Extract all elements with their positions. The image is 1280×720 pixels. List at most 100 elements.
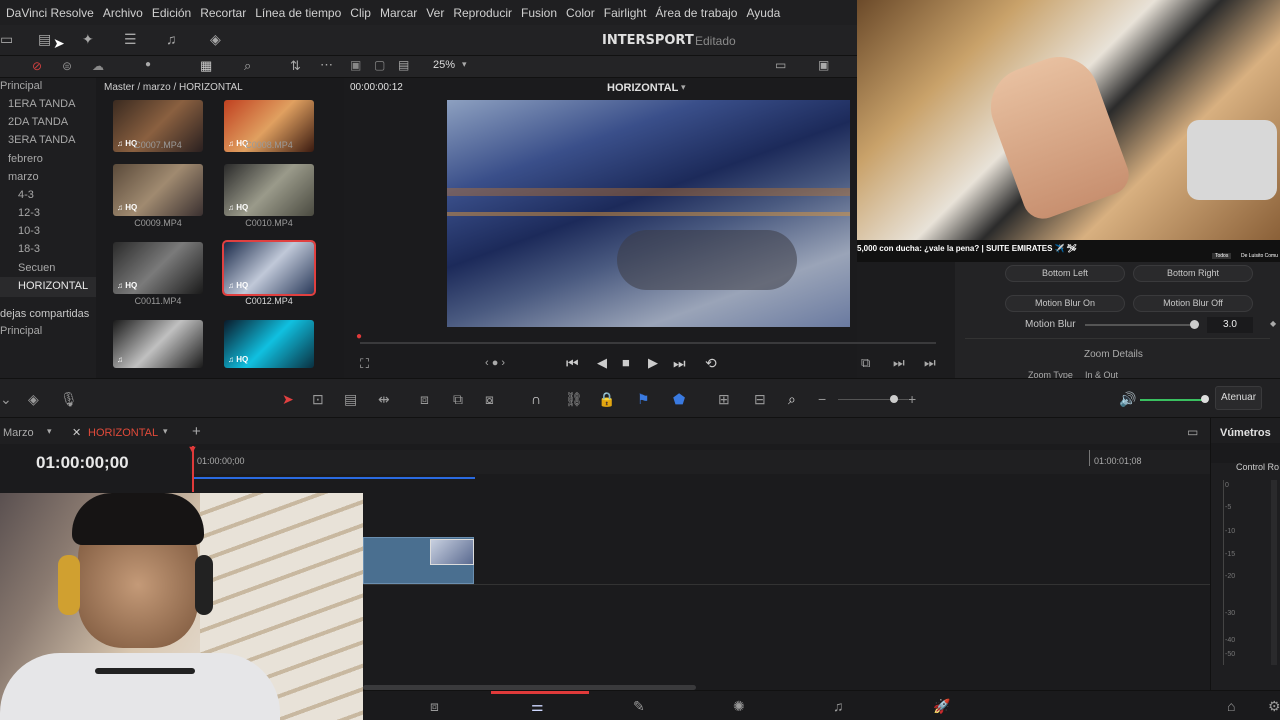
menu-linea-tiempo[interactable]: Línea de tiempo [255,6,341,20]
timeline-ruler[interactable] [190,450,1210,474]
record-icon[interactable]: ⊘ [32,59,42,73]
trim-tool-icon[interactable]: ⊡ [312,391,324,408]
match-frame-icon[interactable]: ⧉ [861,355,870,371]
menu-fairlight[interactable]: Fairlight [604,6,647,20]
bin-2da-tanda[interactable]: 2DA TANDA [8,116,68,128]
insert-clip-icon[interactable]: ⧈ [420,391,429,408]
speaker-icon[interactable]: 🔊 [1119,391,1136,408]
marker-icon[interactable]: ⬟ [673,391,685,408]
menu-archivo[interactable]: Archivo [103,6,143,20]
bin-febrero[interactable]: febrero [8,153,43,165]
zoom-full-icon[interactable]: ⊞ [718,391,730,408]
menu-fusion[interactable]: Fusion [521,6,557,20]
settings-icon[interactable]: ⚙ [1268,698,1280,715]
volume-slider[interactable] [1140,399,1206,401]
viewer-mode2-icon[interactable]: ▢ [374,58,385,72]
menu-davinci[interactable]: DaVinci Resolve [6,6,94,20]
bottom-right-button[interactable]: Bottom Right [1133,265,1253,282]
selection-tool-icon[interactable]: ➤ [282,391,294,408]
clip-thumbnail[interactable]: ♫ HQ [224,164,314,216]
sort-icon[interactable]: ⇅ [290,58,301,74]
scrubber-bar[interactable] [360,342,936,344]
bin-secuen[interactable]: Secuen [18,262,55,274]
bin-principal[interactable]: Principal [0,80,42,92]
replace-clip-icon[interactable]: ⧇ [485,391,494,408]
bin-10-3[interactable]: 10-3 [18,225,40,237]
volume-handle[interactable] [1201,395,1209,403]
transform-icon[interactable]: ⛶ [360,356,369,372]
lock-icon[interactable]: 🔒 [598,391,615,408]
dynamic-trim-icon[interactable]: ▤ [344,391,357,408]
tab-horizontal[interactable]: HORIZONTAL [88,427,158,439]
more-options-icon[interactable]: ⋯ [320,57,333,73]
motion-blur-slider[interactable] [1085,324,1197,326]
timeline-timecode[interactable]: 01:00:00;00 [36,453,129,473]
clip-thumbnail-selected[interactable]: ♫ HQ [222,240,316,296]
filter-icon[interactable]: ⊜ [62,59,72,73]
safe-area-icon[interactable]: ▭ [775,58,786,72]
motion-blur-off-button[interactable]: Motion Blur Off [1133,295,1253,312]
chevron-down-icon[interactable]: ⌄ [0,391,12,408]
zoom-type-select[interactable]: In & Out [1085,370,1118,378]
chevron-down-icon[interactable]: ▾ [163,426,168,437]
bin-4-3[interactable]: 4-3 [18,189,34,201]
menu-clip[interactable]: Clip [350,6,371,20]
fusion-page-icon[interactable]: ✎ [633,698,645,715]
chevron-down-icon[interactable]: ▾ [681,82,686,93]
bin-1era-tanda[interactable]: 1ERA TANDA [8,98,75,110]
go-to-end-icon[interactable]: ⏭ [673,355,686,372]
menu-marcar[interactable]: Marcar [380,6,417,20]
menu-recortar[interactable]: Recortar [200,6,246,20]
motion-blur-value[interactable]: 3.0 [1207,317,1253,333]
zoom-custom-icon[interactable]: ⌕ [788,391,796,408]
panel-icon[interactable]: ▭ [0,31,13,48]
clip-thumbnail[interactable]: ♫ [113,320,203,368]
bin-18-3[interactable]: 18-3 [18,243,40,255]
edit-index-icon[interactable]: ☰ [124,31,137,48]
zoom-slider-handle[interactable] [890,395,898,403]
bin-horizontal[interactable]: HORIZONTAL [18,280,88,292]
keyframe-diamond-icon[interactable]: ◆ [1270,319,1276,328]
bin-3era-tanda[interactable]: 3ERA TANDA [8,134,75,146]
thumb-size-slider[interactable]: ● [145,59,151,70]
chevron-down-icon[interactable]: ▾ [462,59,467,70]
viewer-layout-icon[interactable]: ▤ [398,58,409,72]
filter-chip[interactable]: Todos [1212,253,1232,259]
bin-12-3[interactable]: 12-3 [18,207,40,219]
add-timeline-icon[interactable]: + [192,423,201,440]
menu-ver[interactable]: Ver [426,6,444,20]
microphone-icon[interactable]: 🎙 [60,391,78,408]
timeline-folder[interactable]: Marzo [3,427,34,439]
loop-icon[interactable]: ⟲ [705,355,717,372]
home-icon[interactable]: ⌂ [1227,698,1235,714]
menu-edicion[interactable]: Edición [152,6,191,20]
menu-color[interactable]: Color [566,6,595,20]
grid-view-icon[interactable]: ▦ [200,58,212,74]
bottom-left-button[interactable]: Bottom Left [1005,265,1125,282]
keyframe-icon[interactable]: ◈ [210,31,221,48]
effects-icon[interactable]: ✦ [82,31,94,48]
menu-ayuda[interactable]: Ayuda [746,6,780,20]
zoom-out-icon[interactable]: − [818,391,826,407]
chevron-down-icon[interactable]: ▾ [47,426,52,437]
next-edit-icon[interactable]: ⏭ [893,355,905,371]
cut-page-icon[interactable]: ⧈ [430,698,439,715]
zoom-in-icon[interactable]: + [908,391,916,407]
last-frame-icon[interactable]: ⏭ [924,355,936,371]
audio-sync-icon[interactable]: ◈ [28,391,39,408]
sound-library-icon[interactable]: ♫ [166,31,177,47]
jog-control[interactable]: ‹ ● › [485,357,505,369]
shared-bin-principal[interactable]: Principal [0,325,42,337]
menu-area-trabajo[interactable]: Área de trabajo [655,6,737,20]
zoom-detail-icon[interactable]: ⊟ [754,391,766,408]
play-reverse-icon[interactable]: ◀ [597,355,607,371]
color-page-icon[interactable]: ✺ [733,698,745,715]
stop-icon[interactable]: ■ [622,355,630,370]
search-icon[interactable]: ⌕ [244,58,251,74]
snapping-icon[interactable]: ∩ [531,391,541,407]
blade-tool-icon[interactable]: ⇹ [378,391,390,408]
clip-thumbnail[interactable]: ♫ HQ [113,242,203,294]
slider-handle[interactable] [1190,320,1199,329]
expand-panel-icon[interactable]: ▭ [1187,425,1198,439]
viewer-timeline-name[interactable]: HORIZONTAL [607,82,678,94]
